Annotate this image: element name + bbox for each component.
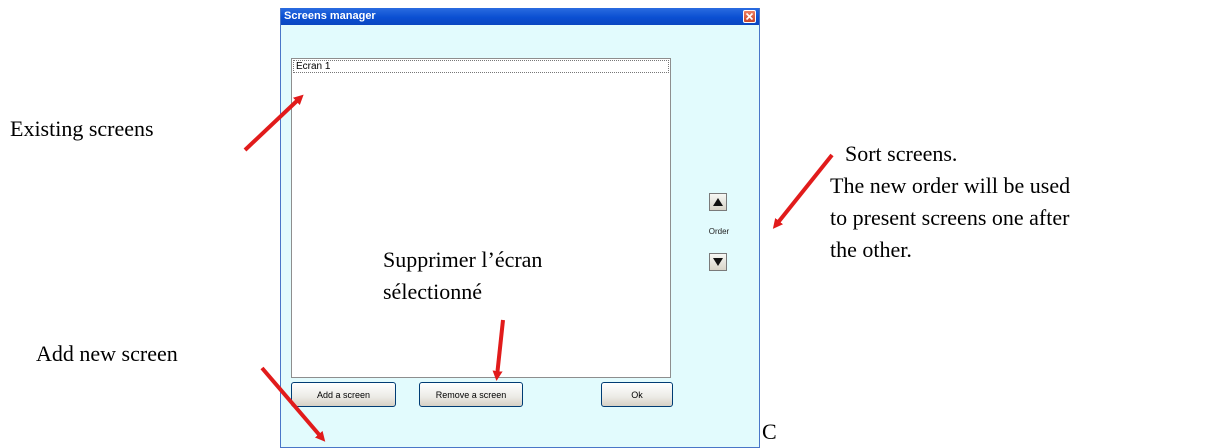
annotation-remove-line2: sélectionné — [383, 279, 482, 304]
annotation-sort-line1: Sort screens. — [845, 141, 958, 166]
move-up-button[interactable] — [709, 193, 727, 211]
add-screen-button[interactable]: Add a screen — [291, 382, 396, 407]
remove-screen-button[interactable]: Remove a screen — [419, 382, 523, 407]
close-icon — [745, 12, 754, 21]
order-label: Order — [708, 227, 730, 236]
arrow-sort-screens — [772, 153, 834, 229]
annotation-sort-line3: to present screens one after — [830, 205, 1070, 230]
ok-button[interactable]: Ok — [601, 382, 673, 407]
list-item[interactable]: Ecran 1 — [293, 60, 669, 73]
annotation-add-new-screen: Add new screen — [36, 341, 178, 366]
annotation-remove-line1: Supprimer l’écran — [383, 247, 543, 272]
window-title: Screens manager — [284, 10, 376, 22]
annotation-existing-screens: Existing screens — [10, 116, 154, 141]
close-button[interactable] — [743, 10, 756, 23]
annotation-stray-c: C — [762, 419, 777, 444]
title-bar[interactable]: Screens manager — [281, 8, 759, 25]
annotation-sort-line4: the other. — [830, 237, 912, 262]
triangle-down-icon — [713, 258, 723, 266]
triangle-up-icon — [713, 198, 723, 206]
screens-manager-window: Screens manager Ecran 1 Order Add a scre… — [280, 8, 760, 448]
move-down-button[interactable] — [709, 253, 727, 271]
screens-list[interactable]: Ecran 1 — [291, 58, 671, 378]
annotation-sort-line2: The new order will be used — [830, 173, 1071, 198]
